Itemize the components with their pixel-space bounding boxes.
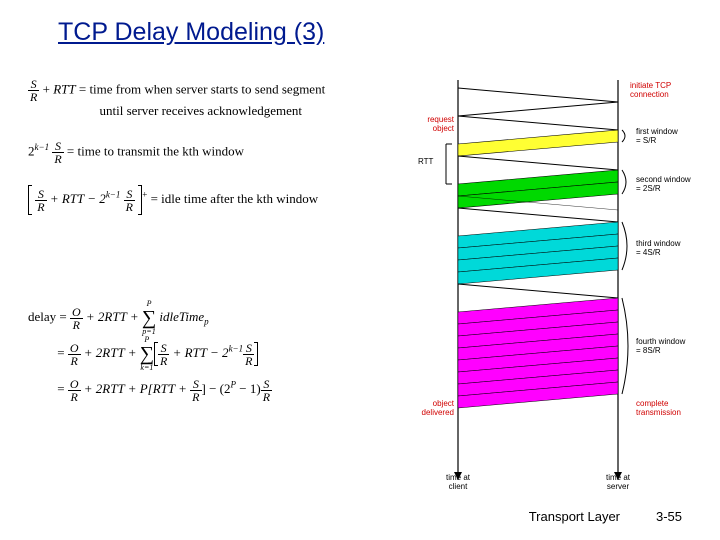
label-window-2: second window= 2S/R — [636, 176, 691, 194]
eq2-exp: k−1 — [35, 142, 50, 152]
eq1-den: R — [28, 91, 39, 103]
eq4-l2-in: + RTT − 2 — [169, 345, 228, 360]
equation-1: SR + RTT = time from when server starts … — [28, 78, 325, 119]
eq4-Ra: R — [158, 355, 169, 367]
sigma-icon-2: P∑k=1 — [140, 336, 154, 372]
eq4-O3: O — [68, 378, 81, 391]
equation-2: 2k−1 SR = time to transmit the kth windo… — [28, 140, 244, 165]
eq4-l3-end: − 1) — [236, 381, 261, 396]
eq4-Sa: S — [158, 342, 169, 355]
sigma-icon: P∑p=1 — [142, 300, 156, 336]
eq4-Rb: R — [243, 355, 254, 367]
eq4-R2: R — [68, 355, 81, 367]
eq3-den-a: R — [35, 201, 46, 213]
sig-bot-2: k=1 — [140, 364, 154, 372]
eq3-rhs: = idle time after the kth window — [147, 191, 318, 206]
label-window-4: fourth window= 8S/R — [636, 338, 685, 356]
eq1-eq: = — [76, 81, 90, 96]
slide-title: TCP Delay Modeling (3) — [58, 18, 324, 47]
eq1-rtt: RTT — [53, 81, 75, 96]
eq4-l3-pre: + 2RTT + P[RTT + — [81, 381, 191, 396]
label-window-1: first window= S/R — [636, 128, 678, 146]
eq4-l2-pre: + 2RTT + — [81, 345, 140, 360]
eq4-l1-mid: + 2RTT + — [83, 309, 142, 324]
label-initiate: initiate TCPconnection — [630, 82, 671, 100]
eq4-eq3: = — [54, 381, 68, 396]
eq1-rhs-a: time from when server starts to send seg… — [89, 81, 325, 96]
eq4-l3-mid: ] − (2 — [202, 381, 231, 396]
eq3-den-b: R — [124, 201, 135, 213]
eq2-rhs: = time to transmit the kth window — [64, 143, 244, 158]
eq4-l1-end: idleTime — [156, 309, 204, 324]
eq3-num-b: S — [124, 188, 135, 201]
eq1-plus: + — [39, 81, 53, 96]
eq4-lhs: delay = — [28, 309, 70, 324]
eq2-den: R — [52, 153, 63, 165]
eq1-rhs-b: until server receives acknowledgement — [100, 103, 303, 118]
eq4-O2: O — [68, 342, 81, 355]
eq3-exp: k−1 — [106, 190, 121, 200]
eq4-l2-exp: k−1 — [229, 344, 244, 354]
tcp-timeline-diagram: initiate TCPconnection requestobject RTT… — [388, 80, 700, 490]
eq3-num-a: S — [35, 188, 46, 201]
equation-4: delay = OR + 2RTT + P∑p=1 idleTimep = OR… — [28, 300, 272, 406]
eq4-R1: R — [70, 319, 83, 331]
footer-layer: Transport Layer — [529, 509, 620, 524]
label-complete: completetransmission — [636, 400, 681, 418]
left-bracket-icon — [28, 185, 32, 215]
label-delivered: objectdelivered — [410, 400, 454, 418]
eq3-mid: + RTT − 2 — [47, 191, 106, 206]
eq4-Sd: S — [261, 378, 272, 391]
label-client-axis: time atclient — [436, 474, 480, 492]
eq4-Rd: R — [261, 391, 272, 403]
eq4-eq2: = — [54, 345, 68, 360]
equation-3: SR + RTT − 2k−1 SR + = idle time after t… — [28, 185, 318, 215]
eq4-Sb: S — [243, 342, 254, 355]
footer-page: 3-55 — [656, 509, 682, 524]
eq4-Rc: R — [190, 391, 201, 403]
right-bracket-icon-2 — [254, 342, 258, 366]
eq4-R3: R — [68, 391, 81, 403]
label-window-3: third window= 4S/R — [636, 240, 680, 258]
eq4-l1-sub: p — [204, 317, 209, 327]
label-server-axis: time atserver — [596, 474, 640, 492]
eq4-Sc: S — [190, 378, 201, 391]
label-rtt: RTT — [418, 158, 433, 167]
eq4-O1: O — [70, 306, 83, 319]
label-request: requestobject — [410, 116, 454, 134]
